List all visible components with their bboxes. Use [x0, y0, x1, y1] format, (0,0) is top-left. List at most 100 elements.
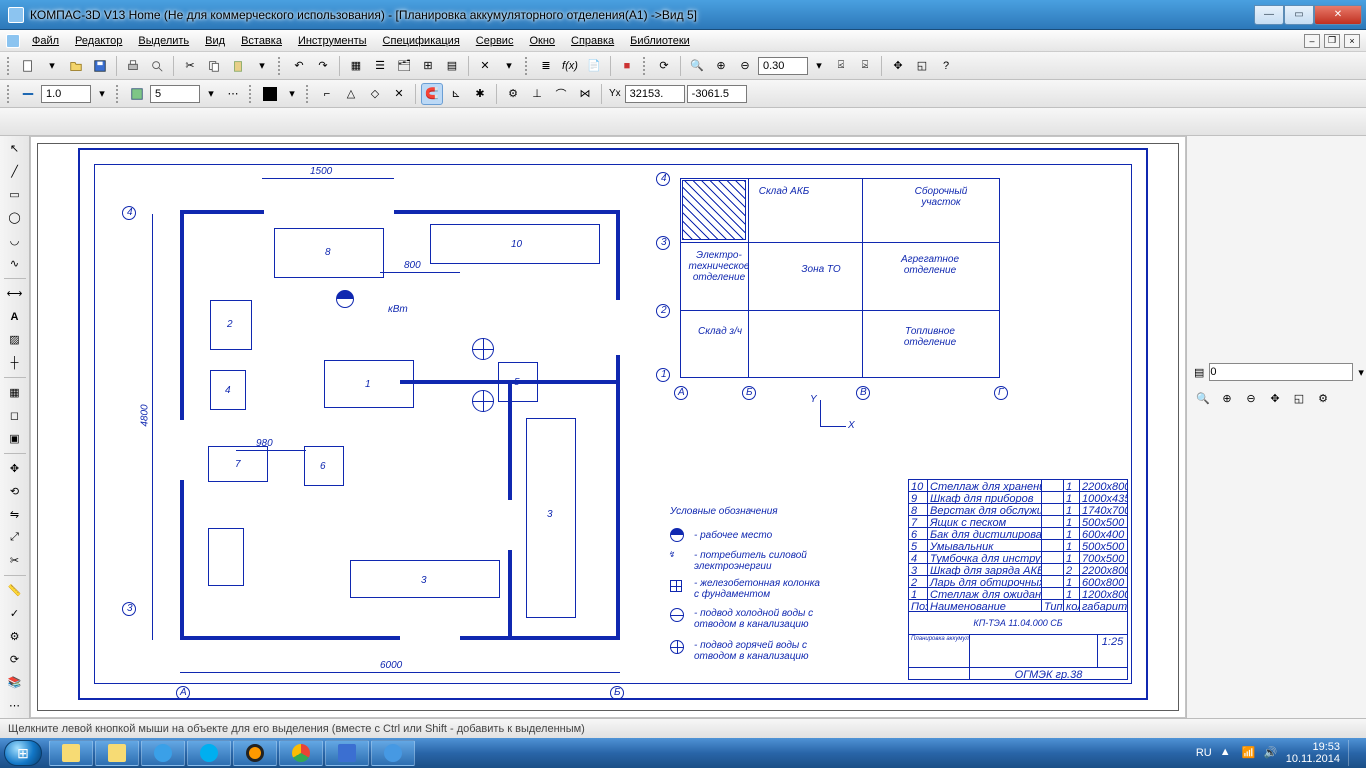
tool-hatch[interactable]: ▨ — [3, 329, 27, 350]
zoom-input[interactable] — [758, 57, 808, 75]
tool-rect[interactable]: ▭ — [3, 184, 27, 205]
tb-refresh-button[interactable]: ⟳ — [653, 55, 675, 77]
tray-sound-icon[interactable]: 🔊 — [1264, 746, 1278, 760]
tool-zoom-3[interactable]: ⊖ — [1241, 388, 1261, 408]
tool-move[interactable]: ✥ — [3, 458, 27, 479]
tool-pointer[interactable]: ↖ — [3, 138, 27, 159]
maximize-button[interactable]: ▭ — [1284, 5, 1314, 25]
menu-view[interactable]: Вид — [197, 33, 233, 49]
tb-stop-button[interactable]: ■ — [616, 55, 638, 77]
menu-window[interactable]: Окно — [521, 33, 563, 49]
task-skype[interactable] — [187, 740, 231, 766]
tool-zoom-2[interactable]: ⊕ — [1217, 388, 1237, 408]
snap-endpoint-button[interactable]: ⌐ — [316, 83, 338, 105]
layer-dropdown[interactable]: ▾ — [1357, 362, 1365, 382]
tool-zoom-1[interactable]: 🔍 — [1193, 388, 1213, 408]
color-dropdown[interactable]: ▾ — [283, 85, 301, 103]
menu-spec[interactable]: Спецификация — [375, 33, 468, 49]
layer-current-icon[interactable] — [126, 83, 148, 105]
new-button[interactable] — [17, 55, 39, 77]
line-width-input[interactable] — [41, 85, 91, 103]
coord-x-input[interactable] — [625, 85, 685, 103]
cut-button[interactable]: ✂ — [179, 55, 201, 77]
snap-mid-button[interactable]: △ — [340, 83, 362, 105]
start-button[interactable] — [4, 740, 42, 766]
task-explorer[interactable] — [49, 740, 93, 766]
tray-flag-icon[interactable]: ▲ — [1220, 746, 1234, 760]
tb-zoom-out-button[interactable]: ⊖ — [734, 55, 756, 77]
save-button[interactable] — [89, 55, 111, 77]
tool-refresh[interactable]: ⟳ — [3, 649, 27, 670]
tb-zoom-in-button[interactable]: ⊕ — [710, 55, 732, 77]
color-swatch-button[interactable] — [259, 83, 281, 105]
tool-block[interactable]: ▣ — [3, 428, 27, 449]
menu-libs[interactable]: Библиотеки — [622, 33, 698, 49]
tool-circle[interactable]: ◯ — [3, 207, 27, 228]
line-style-icon[interactable] — [17, 83, 39, 105]
tb-delete-dropdown[interactable]: ▾ — [498, 55, 520, 77]
coord-y-input[interactable] — [687, 85, 747, 103]
tool-arc[interactable]: ◡ — [3, 230, 27, 251]
tb-fx-button[interactable]: f(x) — [559, 55, 581, 77]
tool-library[interactable]: 📚 — [3, 672, 27, 693]
snap-perp-button[interactable]: ⊥ — [526, 83, 548, 105]
print-preview-button[interactable] — [146, 55, 168, 77]
tb-layers-button[interactable]: ▦ — [345, 55, 367, 77]
snap-near-button[interactable]: ⋈ — [574, 83, 596, 105]
tray-lang[interactable]: RU — [1196, 747, 1212, 759]
tb-spec-button[interactable]: 📄 — [583, 55, 605, 77]
redo-button[interactable]: ↷ — [312, 55, 334, 77]
tb-pan-button[interactable]: ✥ — [887, 55, 909, 77]
tray-clock[interactable]: 19:53 10.11.2014 — [1286, 741, 1340, 765]
snap-ortho-button[interactable]: ⊾ — [445, 83, 467, 105]
tool-axis[interactable]: ┼ — [3, 352, 27, 373]
tool-pan-r[interactable]: ✥ — [1265, 388, 1285, 408]
tray-network-icon[interactable]: 📶 — [1242, 746, 1256, 760]
tool-label[interactable]: ◻ — [3, 405, 27, 426]
new-dropdown[interactable]: ▾ — [41, 55, 63, 77]
menu-insert[interactable]: Вставка — [233, 33, 290, 49]
snap-intersection-button[interactable]: ✕ — [388, 83, 410, 105]
layer-index-input[interactable] — [1209, 363, 1353, 381]
close-button[interactable]: ✕ — [1314, 5, 1362, 25]
tb-tree-button[interactable]: 🗂 — [393, 55, 415, 77]
tool-settings-r[interactable]: ⚙ — [1313, 388, 1333, 408]
show-desktop-button[interactable] — [1348, 740, 1356, 766]
tb-zoom-next-button[interactable]: ⍄ — [854, 55, 876, 77]
tb-properties-button[interactable]: ☰ — [369, 55, 391, 77]
tool-spline[interactable]: ∿ — [3, 253, 27, 274]
menu-select[interactable]: Выделить — [130, 33, 197, 49]
tool-measure[interactable]: 📏 — [3, 580, 27, 601]
tool-dim[interactable]: ⟷ — [3, 283, 27, 304]
tb-help-button[interactable]: ? — [935, 55, 957, 77]
paste-dropdown[interactable]: ▾ — [251, 55, 273, 77]
tb-fit-button[interactable]: ◱ — [911, 55, 933, 77]
tool-text[interactable]: A — [3, 306, 27, 327]
print-button[interactable] — [122, 55, 144, 77]
menu-help[interactable]: Справка — [563, 33, 622, 49]
tool-table[interactable]: ▦ — [3, 382, 27, 403]
tb-zoom-dropdown[interactable]: ▾ — [810, 57, 828, 75]
task-chrome[interactable] — [279, 740, 323, 766]
tool-settings[interactable]: ⚙ — [3, 626, 27, 647]
tool-more[interactable]: ⋯ — [3, 695, 27, 716]
task-folder[interactable] — [95, 740, 139, 766]
tb-grid1-button[interactable]: ⊞ — [417, 55, 439, 77]
menu-tools[interactable]: Инструменты — [290, 33, 375, 49]
snap-tan-button[interactable]: ⌒ — [550, 83, 572, 105]
tool-line[interactable]: ╱ — [3, 161, 27, 182]
mdi-minimize[interactable]: – — [1304, 34, 1320, 48]
minimize-button[interactable]: — — [1254, 5, 1284, 25]
tool-mirror[interactable]: ⇋ — [3, 504, 27, 525]
task-ie[interactable] — [141, 740, 185, 766]
tool-rotate[interactable]: ⟲ — [3, 481, 27, 502]
tool-fit-r[interactable]: ◱ — [1289, 388, 1309, 408]
snap-polar-button[interactable]: ✱ — [469, 83, 491, 105]
paste-button[interactable] — [227, 55, 249, 77]
task-save[interactable] — [325, 740, 369, 766]
open-button[interactable] — [65, 55, 87, 77]
mdi-close[interactable]: × — [1344, 34, 1360, 48]
snap-magnet-button[interactable]: 🧲 — [421, 83, 443, 105]
undo-button[interactable]: ↶ — [288, 55, 310, 77]
tb-delete-button[interactable]: ✕ — [474, 55, 496, 77]
